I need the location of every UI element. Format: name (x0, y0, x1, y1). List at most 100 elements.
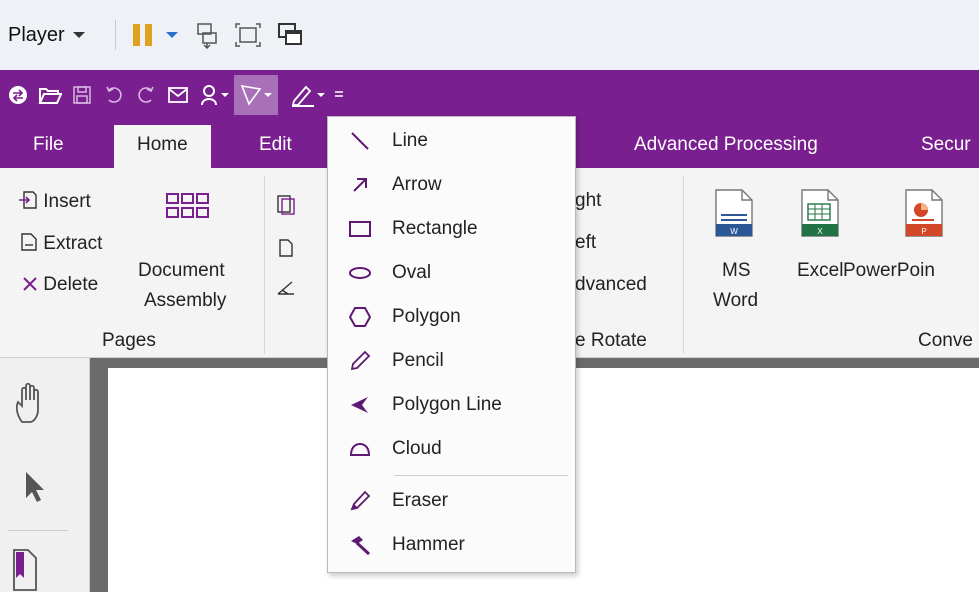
menu-item-oval[interactable]: Oval (328, 251, 575, 295)
fullscreen-button[interactable] (234, 22, 262, 48)
svg-text:X: X (817, 227, 823, 236)
menu-item-label: Oval (392, 262, 432, 283)
excel-document-icon: X (801, 189, 839, 237)
pages-group-label: Pages (102, 330, 156, 351)
menu-item-label: Arrow (392, 174, 442, 195)
menu-item-pencil[interactable]: Pencil (328, 339, 575, 383)
redo-button[interactable] (130, 75, 162, 115)
excel-button[interactable]: X (800, 188, 840, 243)
highlight-button[interactable] (286, 75, 330, 115)
tab-edit[interactable]: Edit (259, 134, 292, 156)
redo-icon (138, 86, 154, 103)
polygon-line-icon (351, 397, 368, 413)
convert-button[interactable] (2, 75, 34, 115)
menu-item-label: Cloud (392, 438, 442, 459)
oval-icon (349, 267, 371, 279)
extract-button[interactable]: Extract (20, 232, 102, 255)
undo-icon (106, 86, 122, 103)
menu-item-rectangle[interactable]: Rectangle (328, 207, 575, 251)
panel-gutter (90, 358, 108, 592)
rotate-left-label[interactable]: eft (575, 232, 596, 254)
tab-security[interactable]: Secur (921, 134, 971, 156)
menu-item-label: Line (392, 130, 428, 151)
player-menu-button[interactable]: Player (8, 24, 87, 47)
rotate-advanced-label[interactable]: dvanced (575, 274, 647, 296)
rectangle-icon (349, 221, 371, 237)
extract-label: Extract (43, 233, 103, 254)
menu-item-polygon[interactable]: Polygon (328, 295, 575, 339)
side-divider (8, 530, 68, 531)
mail-icon (168, 87, 188, 103)
cloud-icon (349, 442, 371, 456)
group-divider (683, 176, 684, 354)
polygon-icon (348, 307, 372, 327)
hand-pan-icon[interactable] (12, 382, 48, 424)
powerpoint-label: PowerPoin (843, 260, 935, 281)
chevron-down-icon (264, 93, 272, 97)
tab-file[interactable]: File (33, 134, 64, 156)
drawing-tools-button[interactable] (234, 75, 278, 115)
delete-label: Delete (43, 274, 99, 295)
copy-page-icon (277, 195, 295, 215)
email-button[interactable] (162, 75, 194, 115)
menu-item-eraser[interactable]: Eraser (328, 479, 575, 523)
arrow-icon (353, 178, 367, 192)
restore-window-icon (277, 23, 302, 45)
menu-item-label: Polygon (392, 306, 461, 327)
save-button[interactable] (66, 75, 98, 115)
delete-x-icon (23, 277, 37, 291)
rotate-group-label: e Rotate (575, 330, 647, 351)
svg-text:W: W (730, 227, 738, 236)
hammer-icon (351, 536, 371, 556)
document-assembly-button[interactable] (166, 192, 210, 227)
window-arrange-button[interactable] (194, 21, 220, 49)
menu-divider (394, 475, 568, 476)
bookmark-icon[interactable] (10, 548, 40, 592)
chevron-down-icon (317, 93, 325, 97)
powerpoint-document-icon: P (905, 189, 943, 237)
word-document-icon: W (715, 189, 753, 237)
powerpoint-button[interactable]: P (904, 188, 944, 243)
convert-icon (9, 86, 27, 104)
menu-item-label: Rectangle (392, 218, 478, 239)
undo-button[interactable] (98, 75, 130, 115)
quick-access-toolbar (0, 70, 979, 120)
select-arrow-icon[interactable] (22, 470, 48, 504)
pause-icon (132, 24, 152, 46)
player-toolbar: Player (0, 0, 979, 70)
more-icon (335, 91, 343, 97)
menu-item-hammer[interactable]: Hammer (328, 523, 575, 567)
player-label: Player (8, 23, 65, 46)
ms-word-button[interactable]: W (714, 188, 754, 243)
line-icon (351, 132, 369, 150)
restore-window-button[interactable] (276, 21, 304, 49)
menu-item-arrow[interactable]: Arrow (328, 163, 575, 207)
side-panel (0, 358, 108, 592)
menu-item-polygon-line[interactable]: Polygon Line (328, 383, 575, 427)
assembly-label: Assembly (144, 290, 227, 311)
extract-page-icon (21, 233, 37, 251)
tab-home[interactable]: Home (114, 125, 211, 168)
window-arrange-icon (196, 23, 217, 49)
insert-button[interactable]: Insert (18, 190, 91, 213)
insert-label: Insert (43, 191, 91, 212)
open-button[interactable] (34, 75, 66, 115)
pause-button[interactable] (130, 22, 180, 48)
user-tools-button[interactable] (194, 75, 234, 115)
convert-group-label: Conve (918, 330, 973, 351)
save-icon (73, 86, 91, 104)
menu-item-label: Pencil (392, 350, 444, 371)
ms-label: MS (722, 260, 751, 281)
delete-button[interactable]: Delete (22, 274, 98, 296)
tab-advanced-processing[interactable]: Advanced Processing (634, 134, 818, 156)
menu-item-cloud[interactable]: Cloud (328, 427, 575, 471)
menu-item-line[interactable]: Line (328, 119, 575, 163)
crop-page-icon (277, 281, 294, 295)
excel-label: Excel (797, 260, 844, 281)
menu-item-label: Polygon Line (392, 394, 502, 415)
menu-item-label: Hammer (392, 534, 465, 555)
rotate-right-label[interactable]: ght (575, 190, 601, 212)
pen-icon (291, 85, 314, 107)
customize-toolbar-button[interactable] (330, 75, 348, 115)
menu-item-label: Eraser (392, 490, 448, 511)
